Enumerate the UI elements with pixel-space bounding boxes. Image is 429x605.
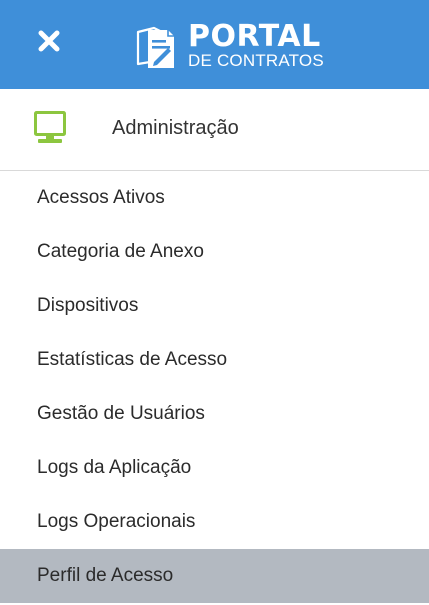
admin-menu-list: Acessos Ativos Categoria de Anexo Dispos… [0,171,429,603]
menu-item-perfil-de-acesso[interactable]: Perfil de Acesso [0,549,429,603]
menu-header: PORTAL DE CONTRATOS [0,0,429,89]
menu-item-logs-da-aplicacao[interactable]: Logs da Aplicação [0,441,429,495]
menu-item-logs-operacionais[interactable]: Logs Operacionais [0,495,429,549]
menu-item-acessos-ativos[interactable]: Acessos Ativos [0,171,429,225]
section-administracao[interactable]: Administração [0,89,429,171]
document-pen-icon [136,26,174,68]
side-menu-panel: PORTAL DE CONTRATOS Administração Acesso… [0,0,429,605]
monitor-icon [34,111,66,143]
close-icon [38,30,60,52]
logo-title: PORTAL [188,19,321,54]
menu-item-gestao-de-usuarios[interactable]: Gestão de Usuários [0,387,429,441]
portal-logo[interactable]: PORTAL DE CONTRATOS [134,22,374,72]
logo-subtitle: DE CONTRATOS [188,51,324,70]
close-button[interactable] [38,30,60,52]
menu-item-dispositivos[interactable]: Dispositivos [0,279,429,333]
section-label: Administração [112,117,239,139]
menu-item-estatisticas-de-acesso[interactable]: Estatísticas de Acesso [0,333,429,387]
menu-item-categoria-de-anexo[interactable]: Categoria de Anexo [0,225,429,279]
